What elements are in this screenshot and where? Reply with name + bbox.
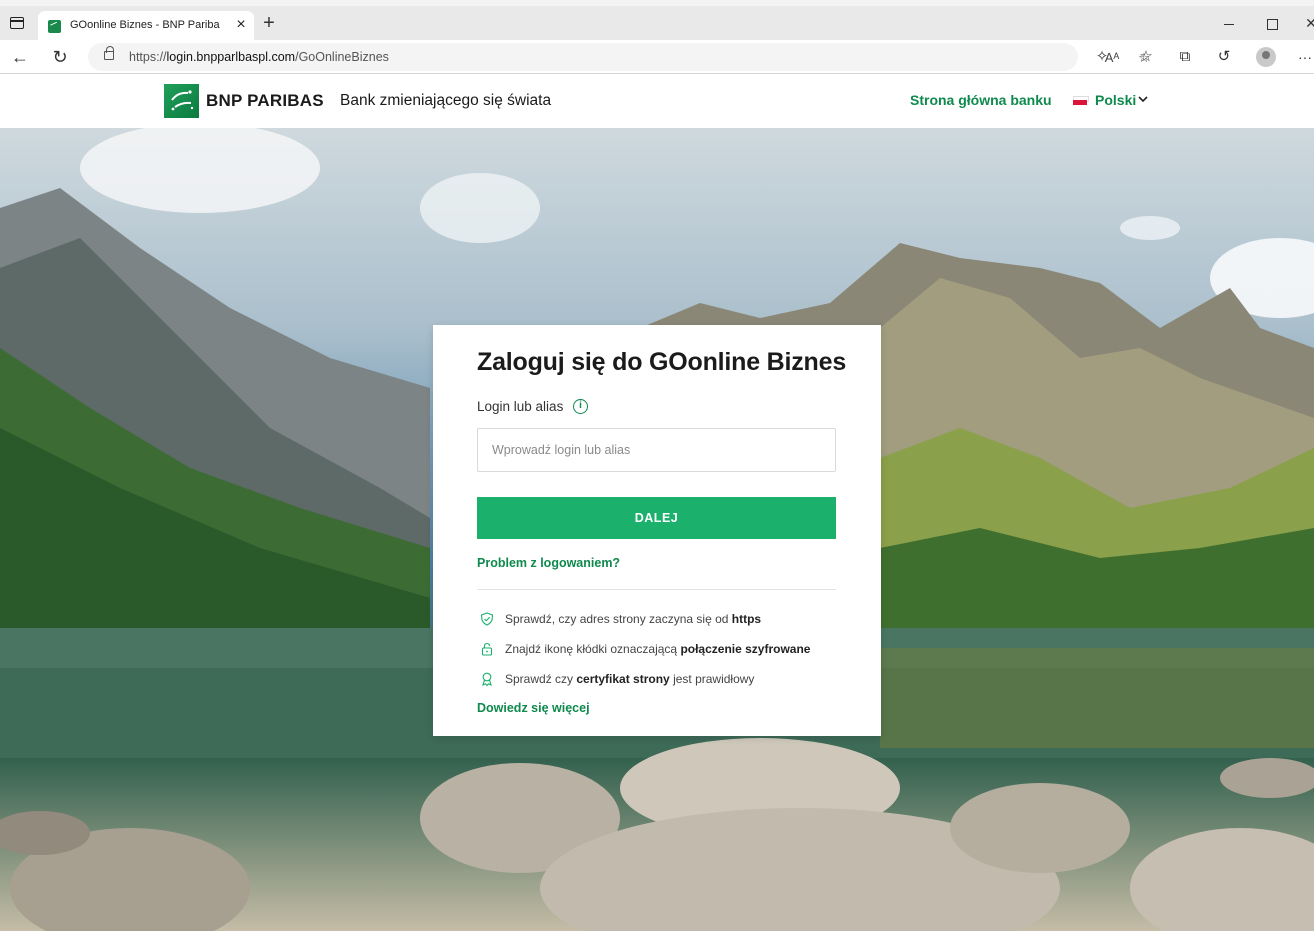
security-tip-https: Sprawdź, czy adres strony zaczyna się od… bbox=[477, 611, 857, 629]
url-text[interactable]: https://login.bnpparlbaspl.com/GoOnlineB… bbox=[129, 50, 389, 64]
browser-tab-bar: GOonline Biznes - BNP Paribas B × + ✕ bbox=[0, 0, 1314, 41]
tip-text-part: jest prawidłowy bbox=[669, 672, 755, 686]
tip-text-part: Sprawdź czy bbox=[505, 672, 577, 686]
tip-text-bold: https bbox=[731, 612, 762, 626]
login-input[interactable] bbox=[477, 428, 836, 472]
tip-text-part: Sprawdź, czy adres strony zaczyna się od bbox=[505, 612, 732, 626]
divider bbox=[477, 589, 836, 590]
browser-tab-active[interactable]: GOonline Biznes - BNP Paribas B × bbox=[38, 11, 254, 41]
tip-text: Sprawdź czy certyfikat strony jest prawi… bbox=[505, 672, 754, 686]
profile-avatar-icon[interactable] bbox=[1256, 47, 1276, 67]
tab-close-icon[interactable]: × bbox=[233, 16, 249, 34]
history-icon[interactable]: ↺ bbox=[1214, 47, 1234, 67]
tip-text-part: Znajdź ikonę kłódki oznaczającą bbox=[505, 642, 681, 656]
login-field-label: Login lub alias bbox=[477, 399, 564, 414]
more-menu-icon[interactable]: ··· bbox=[1295, 47, 1314, 67]
learn-more-link[interactable]: Dowiedz się więcej bbox=[477, 701, 590, 715]
minimize-icon[interactable] bbox=[1221, 15, 1237, 31]
polish-flag-icon bbox=[1073, 96, 1089, 105]
extensions-puzzle-icon[interactable]: ✧ bbox=[1092, 47, 1112, 67]
browser-toolbar: ← ↻ https://login.bnpparlbaspl.com/GoOnl… bbox=[0, 40, 1314, 74]
back-arrow-icon[interactable]: ← bbox=[9, 46, 31, 68]
favorites-icon[interactable]: ☆ bbox=[1136, 47, 1156, 67]
shield-check-icon bbox=[480, 612, 494, 626]
new-tab-icon[interactable]: + bbox=[260, 13, 278, 33]
padlock-icon bbox=[481, 642, 493, 656]
window-close-icon[interactable]: ✕ bbox=[1303, 15, 1314, 31]
bnp-favicon-icon bbox=[48, 20, 61, 33]
tip-text: Znajdź ikonę kłódki oznaczającą połączen… bbox=[505, 642, 810, 656]
chevron-down-icon[interactable] bbox=[1137, 93, 1149, 105]
address-bar[interactable]: https://login.bnpparlbaspl.com/GoOnlineB… bbox=[88, 43, 1150, 71]
collections-icon[interactable]: ⧉ bbox=[1175, 47, 1195, 67]
next-button[interactable]: DALEJ bbox=[477, 497, 836, 539]
certificate-badge-icon bbox=[482, 672, 492, 686]
tab-title: GOonline Biznes - BNP Paribas B bbox=[70, 19, 220, 31]
language-selector[interactable]: Polski bbox=[1095, 92, 1136, 108]
login-problem-link[interactable]: Problem z logowaniem? bbox=[477, 556, 620, 570]
login-title: Zaloguj się do GOonline Biznes bbox=[477, 348, 847, 376]
brand-name[interactable]: BNP PARIBAS bbox=[206, 91, 324, 111]
security-tip-padlock: Znajdź ikonę kłódki oznaczającą połączen… bbox=[477, 641, 857, 659]
info-circle-icon[interactable]: i bbox=[573, 399, 588, 414]
login-card: Zaloguj się do GOonline Biznes Login lub… bbox=[433, 325, 881, 736]
tip-text: Sprawdź, czy adres strony zaczyna się od… bbox=[505, 612, 761, 626]
url-domain: login.bnpparlbaspl.com bbox=[166, 50, 296, 64]
maximize-icon[interactable] bbox=[1263, 15, 1279, 31]
site-header: BNP PARIBAS Bank zmieniającego się świat… bbox=[0, 75, 1314, 128]
security-tip-certificate: Sprawdź czy certyfikat strony jest prawi… bbox=[477, 671, 857, 689]
tip-text-bold: certyfikat strony bbox=[576, 672, 670, 686]
bnp-stars-logo-icon[interactable] bbox=[164, 84, 199, 118]
tab-actions-icon[interactable] bbox=[10, 17, 24, 29]
tip-text-bold: połączenie szyfrowane bbox=[680, 642, 811, 656]
url-scheme: https:// bbox=[129, 50, 167, 64]
url-path: /GoOnlineBiznes bbox=[295, 50, 389, 64]
reload-icon[interactable]: ↻ bbox=[49, 46, 71, 68]
brand-tagline: Bank zmieniającego się świata bbox=[340, 92, 552, 109]
site-info-lock-icon[interactable] bbox=[104, 46, 114, 60]
bank-homepage-link[interactable]: Strona główna banku bbox=[910, 92, 1052, 108]
